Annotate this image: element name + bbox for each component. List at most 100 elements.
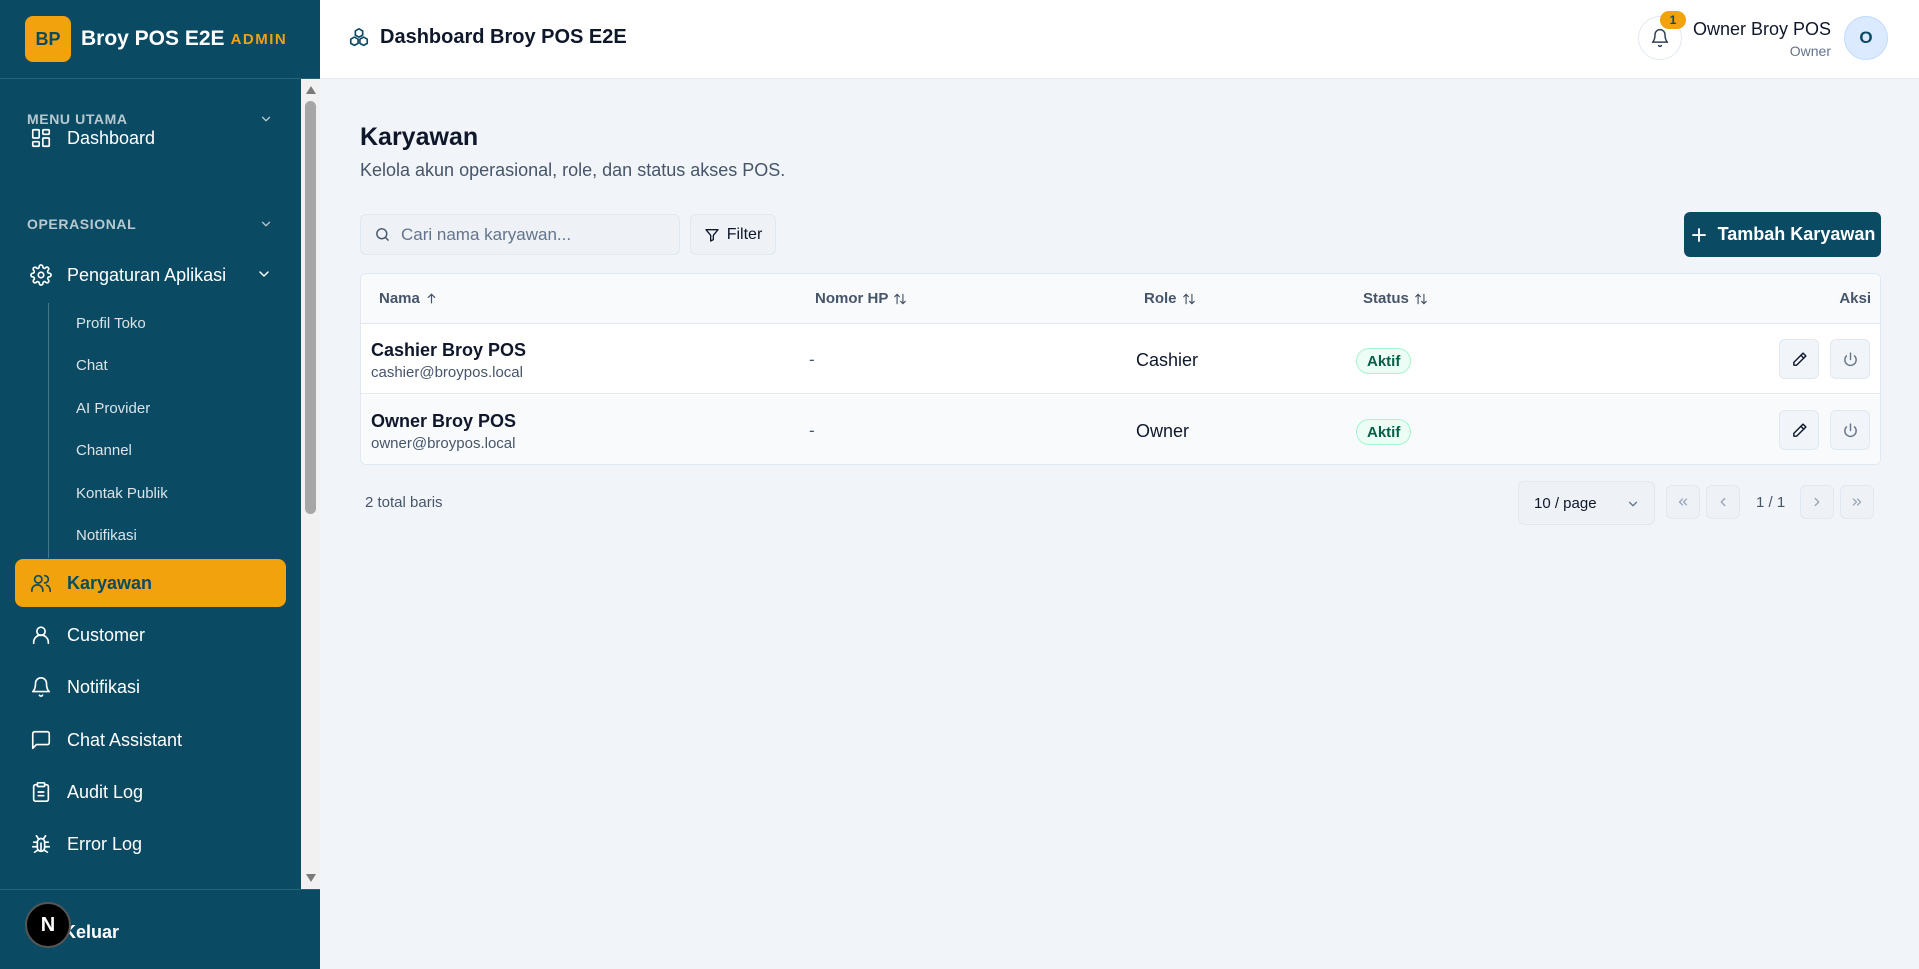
section-operasional[interactable]: OPERASIONAL xyxy=(27,216,273,232)
boxes-icon xyxy=(348,27,370,49)
first-page-button[interactable] xyxy=(1666,485,1700,519)
table-header: Nama Nomor HP Role Status Aksi xyxy=(361,274,1880,324)
sidebar-item-dashboard[interactable]: Dashboard xyxy=(15,114,286,162)
arrow-up-icon xyxy=(425,292,438,305)
sidebar-item-chat-assistant[interactable]: Chat Assistant xyxy=(15,716,286,764)
sidebar-scrollbar[interactable] xyxy=(301,79,320,889)
last-page-button[interactable] xyxy=(1840,485,1874,519)
employee-name: Owner Broy POS xyxy=(371,411,517,431)
next-page-button[interactable] xyxy=(1800,485,1834,519)
logout-button[interactable]: Keluar xyxy=(63,922,119,943)
chevrons-right-icon xyxy=(1852,498,1862,506)
column-label: Aksi xyxy=(1839,290,1871,307)
bell-icon xyxy=(1651,28,1669,48)
user-name[interactable]: Owner Broy POS xyxy=(1693,19,1831,40)
edit-button[interactable] xyxy=(1779,339,1819,379)
employee-email: cashier@broypos.local xyxy=(371,364,523,381)
sidebar-item-customer[interactable]: Customer xyxy=(15,611,286,659)
search-input[interactable] xyxy=(401,224,661,245)
toggle-status-button[interactable] xyxy=(1830,339,1870,379)
power-icon xyxy=(1843,351,1857,366)
clipboard-icon xyxy=(29,780,53,804)
submenu-line xyxy=(48,303,49,558)
sidebar-item-label: Audit Log xyxy=(67,781,144,802)
sidebar-item-pengaturan-aplikasi[interactable]: Pengaturan Aplikasi xyxy=(15,251,286,299)
status-badge: Aktif xyxy=(1356,419,1412,445)
submenu-item-kontak-publik[interactable]: Kontak Publik xyxy=(76,485,168,502)
employee-name: Cashier Broy POS xyxy=(371,340,527,360)
submenu-item-ai-provider[interactable]: AI Provider xyxy=(76,400,150,417)
page-header-title: Dashboard Broy POS E2E xyxy=(348,26,627,49)
scroll-thumb[interactable] xyxy=(305,101,316,514)
sidebar-item-karyawan[interactable]: Karyawan xyxy=(15,559,286,607)
chevrons-left-icon xyxy=(1678,498,1688,506)
logout-area: Keluar N xyxy=(0,889,320,969)
add-employee-button[interactable]: Tambah Karyawan xyxy=(1684,212,1881,257)
avatar[interactable]: O xyxy=(1844,16,1888,60)
sidebar-item-label: Error Log xyxy=(67,833,143,854)
status-badge: Aktif xyxy=(1356,348,1412,374)
column-label: Nama xyxy=(379,290,420,307)
sidebar-item-label: Chat Assistant xyxy=(67,729,183,750)
search-box[interactable] xyxy=(360,214,680,255)
column-header-nama[interactable]: Nama xyxy=(379,290,438,307)
search-icon xyxy=(376,228,389,241)
total-rows: 2 total baris xyxy=(365,494,443,511)
submenu-item-notifikasi[interactable]: Notifikasi xyxy=(76,527,137,544)
bug-icon xyxy=(29,832,53,856)
chevron-left-icon xyxy=(1720,497,1726,507)
chevron-down-icon xyxy=(261,221,271,227)
prev-page-button[interactable] xyxy=(1706,485,1740,519)
sidebar-item-audit-log[interactable]: Audit Log xyxy=(15,768,286,816)
table-row: Cashier Broy POS cashier@broypos.local -… xyxy=(361,324,1880,394)
filter-icon xyxy=(704,227,720,243)
dev-tools-badge[interactable]: N xyxy=(25,902,71,948)
gear-icon xyxy=(29,263,53,287)
employee-role: Cashier xyxy=(1136,350,1199,370)
page-size-select[interactable]: 10 / page xyxy=(1518,481,1655,525)
sort-icon xyxy=(893,292,907,306)
page-title: Karyawan xyxy=(360,123,479,151)
submenu-item-channel[interactable]: Channel xyxy=(76,442,132,459)
sidebar-item-error-log[interactable]: Error Log xyxy=(15,820,286,868)
user-role: Owner xyxy=(1789,43,1831,59)
column-header-aksi: Aksi xyxy=(1839,290,1871,307)
page-subtitle: Kelola akun operasional, role, dan statu… xyxy=(360,160,786,180)
toggle-status-button[interactable] xyxy=(1830,410,1870,450)
bell-icon xyxy=(29,675,53,699)
chevron-right-icon xyxy=(1814,497,1820,507)
employee-phone: - xyxy=(809,421,815,440)
edit-button[interactable] xyxy=(1779,410,1819,450)
chevron-down-icon xyxy=(1628,501,1638,507)
employee-email: owner@broypos.local xyxy=(371,435,516,452)
column-header-role[interactable]: Role xyxy=(1144,290,1196,307)
sort-icon xyxy=(1414,292,1428,306)
column-header-status[interactable]: Status xyxy=(1363,290,1428,307)
sidebar-item-label: Pengaturan Aplikasi xyxy=(67,264,227,285)
column-header-nomor-hp[interactable]: Nomor HP xyxy=(815,290,907,307)
sidebar-item-notifikasi[interactable]: Notifikasi xyxy=(15,663,286,711)
user-icon xyxy=(29,623,53,647)
submenu-item-profil-toko[interactable]: Profil Toko xyxy=(76,315,146,332)
filter-button[interactable]: Filter xyxy=(690,214,776,255)
employee-role: Owner xyxy=(1136,421,1190,441)
brand-logo: BP xyxy=(25,16,71,62)
column-label: Role xyxy=(1144,290,1177,307)
pencil-icon xyxy=(1792,422,1807,437)
submenu-item-chat[interactable]: Chat xyxy=(76,357,108,374)
topbar: Dashboard Broy POS E2E 1 Owner Broy POS … xyxy=(320,0,1919,79)
header-title-text: Dashboard Broy POS E2E xyxy=(380,26,627,48)
sidebar-item-label: Karyawan xyxy=(67,572,153,593)
pencil-icon xyxy=(1792,351,1807,366)
brand[interactable]: BP Broy POS E2E ADMIN xyxy=(0,0,320,79)
scroll-down-arrow[interactable] xyxy=(306,874,316,882)
chevron-down-icon xyxy=(259,271,269,277)
sidebar-item-label: Notifikasi xyxy=(67,676,141,697)
scroll-up-arrow[interactable] xyxy=(306,86,316,94)
section-label: OPERASIONAL xyxy=(27,216,137,232)
add-employee-label: Tambah Karyawan xyxy=(1717,224,1876,244)
users-icon xyxy=(29,571,53,595)
plus-icon xyxy=(1690,226,1708,244)
chat-icon xyxy=(29,728,53,752)
power-icon xyxy=(1843,422,1857,437)
